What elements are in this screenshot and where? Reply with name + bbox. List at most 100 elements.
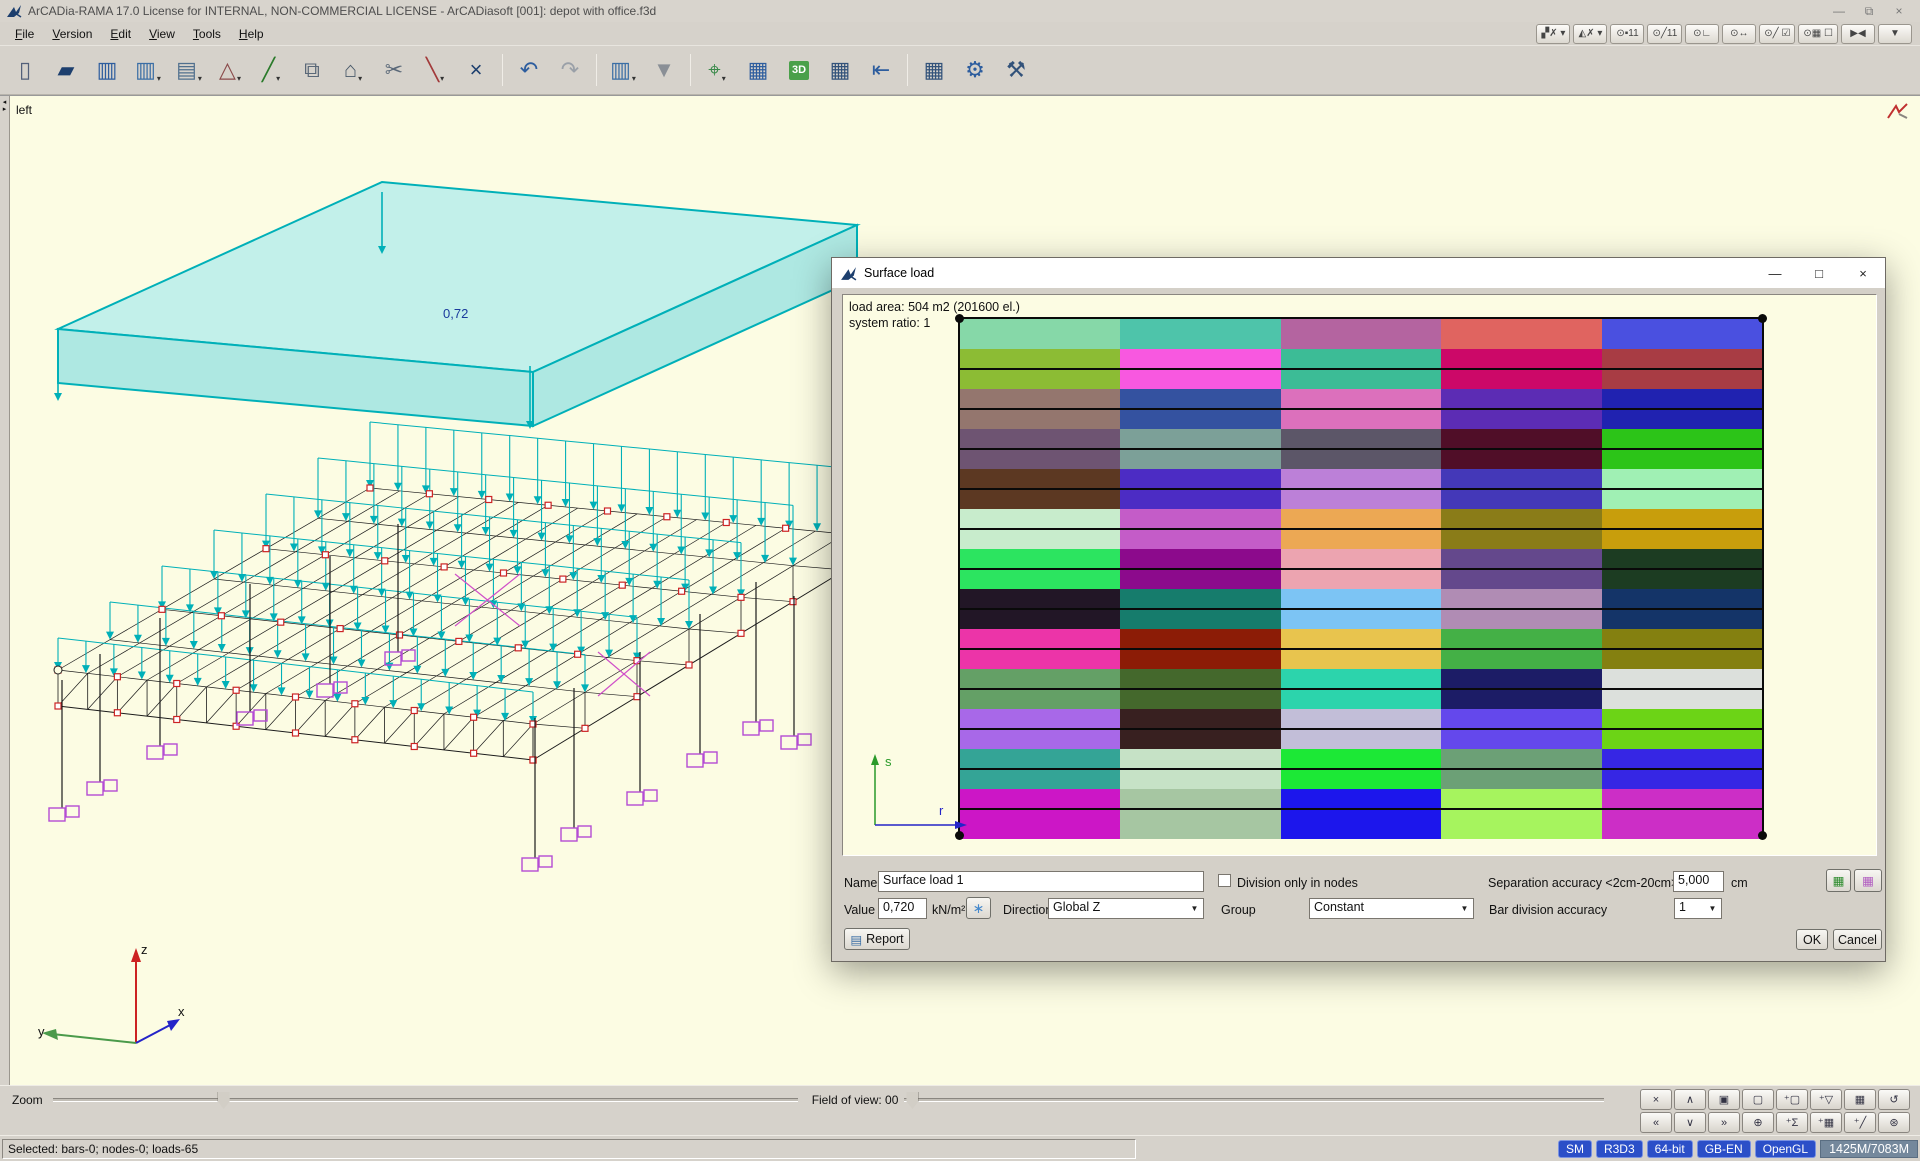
bar-division-dropdown[interactable]: 1 ▼ [1674,898,1722,919]
hide-bars-button[interactable]: ▞✗ ▾ [1536,24,1570,44]
menu-edit[interactable]: Edit [101,24,140,44]
status-badge-opengl[interactable]: OpenGL [1755,1140,1816,1158]
project-manager-button[interactable]: ▥▾ [129,50,167,90]
dialog-minimize-button[interactable]: — [1753,258,1797,288]
mesh-division-line [960,408,1762,410]
screen-capture-button[interactable]: ▢ [1742,1089,1774,1110]
view-3d-button[interactable]: 3D [780,50,818,90]
add-rect-selection-button[interactable]: ⁺▢ [1776,1089,1808,1110]
separation-accuracy-input[interactable]: 5,000 [1673,871,1724,892]
properties-table-icon: ▦ [748,59,769,81]
group-dropdown[interactable]: Constant ▼ [1309,898,1474,919]
dialog-titlebar[interactable]: Surface load — □ × [832,258,1885,288]
window-restore-button[interactable]: ⧉ [1854,4,1884,19]
status-badge-sm[interactable]: SM [1558,1140,1592,1158]
pan-up-button[interactable]: ∧ [1674,1089,1706,1110]
menu-help[interactable]: Help [230,24,273,44]
mesh-corner-handle[interactable] [1758,831,1767,840]
add-sum-selection-button[interactable]: ⁺Σ [1776,1112,1808,1133]
frame-generator-button[interactable]: △▾ [211,50,249,90]
grid-selection-button[interactable]: ▦ [1844,1089,1876,1110]
value-input[interactable]: 0,720 [878,898,927,919]
toolbar-separator [502,54,503,86]
divide-bar-button[interactable]: ╲▾ [416,50,454,90]
fov-slider-track[interactable] [904,1098,1604,1102]
direction-value: Global Z [1053,900,1100,914]
copy-button[interactable]: ⧉ [293,50,331,90]
delete-button[interactable]: × [457,50,495,90]
rotate-view-button[interactable]: ↺ [1878,1089,1910,1110]
x-axis-label: x [178,1004,185,1019]
new-document-button[interactable]: ▯ [6,50,44,90]
pan-down-button[interactable]: ∨ [1674,1112,1706,1133]
report-button[interactable]: ▤ Report [844,928,910,950]
section-display-button[interactable]: ▥▾ [604,50,642,90]
orbit-view-button[interactable]: ⊛ [1878,1112,1910,1133]
pan-right-button[interactable]: » [1708,1112,1740,1133]
load-preview-panel[interactable]: load area: 504 m2 (201600 el.) system ra… [842,294,1877,856]
lock-view-button[interactable]: ▣ [1708,1089,1740,1110]
status-badge-r3d3[interactable]: R3D3 [1596,1140,1643,1158]
menu-view[interactable]: View [140,24,184,44]
fov-slider-thumb[interactable] [906,1092,918,1109]
menu-tools[interactable]: Tools [184,24,230,44]
window-close-button[interactable]: × [1884,4,1914,19]
add-poly-selection-button[interactable]: ⁺▽ [1810,1089,1842,1110]
show-dimensions-button[interactable]: ⊙↔ [1722,24,1756,44]
tools-hammer-button[interactable]: ⚒ [997,50,1035,90]
redo-button[interactable]: ↷ [551,50,589,90]
collapse-panels-button[interactable]: ▶◀ [1841,24,1875,44]
filter-button[interactable]: ▼ [645,50,683,90]
add-grid-selection-button[interactable]: ⁺▦ [1810,1112,1842,1133]
viewport-splitter[interactable]: ◂▸ [0,96,10,1085]
mesh-division-line [960,608,1762,610]
dialog-close-button[interactable]: × [1841,258,1885,288]
division-only-in-nodes-checkbox[interactable] [1218,874,1231,887]
mesh-grid[interactable] [958,317,1764,837]
result-grid-button[interactable]: ▦ [821,50,859,90]
settings-wrench-button[interactable]: ⚙ [956,50,994,90]
clear-selection-button[interactable]: × [1640,1089,1672,1110]
cut-button[interactable]: ✂ [375,50,413,90]
mesh-view-button[interactable]: ▦ [1826,869,1851,892]
print-report-button[interactable]: ▤▾ [170,50,208,90]
more-options-button[interactable]: ▼ [1878,24,1912,44]
save-button[interactable]: ▥ [88,50,126,90]
name-input[interactable]: Surface load 1 [878,871,1204,892]
show-mesh-button[interactable]: ⊙▦ ☐ [1798,24,1838,44]
coordinate-system-button[interactable]: ⌖▾ [698,50,736,90]
bar-numbers-button[interactable]: ⊙╱11 [1647,24,1682,44]
dialog-maximize-button[interactable]: □ [1797,258,1841,288]
center-view-button[interactable]: ⊕ [1742,1112,1774,1133]
value-calculator-button[interactable]: ∗ [966,897,991,919]
status-badge-64-bit[interactable]: 64-bit [1647,1140,1693,1158]
calculation-table-button[interactable]: ▦ [915,50,953,90]
load-import-button[interactable]: ⇤ [862,50,900,90]
frame-generator-dropdown-icon: ▾ [237,75,241,89]
surface-load-dialog[interactable]: Surface load — □ × load area: 504 m2 (20… [831,257,1886,962]
cancel-button[interactable]: Cancel [1833,929,1882,950]
undo-button[interactable]: ↶ [510,50,548,90]
show-supports-button[interactable]: ⊙∟ [1685,24,1719,44]
show-loads-button[interactable]: ⊙╱ ☑ [1759,24,1795,44]
roof-generator-button[interactable]: ⌂▾ [334,50,372,90]
open-file-button[interactable]: ▰ [47,50,85,90]
hide-solids-button[interactable]: ◭✗ ▾ [1573,24,1607,44]
menu-version[interactable]: Version [43,24,101,44]
add-bar-button[interactable]: ╱▾ [252,50,290,90]
mesh-division-line [960,728,1762,730]
redo-icon: ↷ [561,59,579,81]
zoom-slider-track[interactable] [53,1098,798,1102]
direction-dropdown[interactable]: Global Z ▼ [1048,898,1204,919]
add-line-selection-button[interactable]: ⁺╱ [1844,1112,1876,1133]
node-numbers-button[interactable]: ⊙▪11 [1610,24,1644,44]
window-minimize-button[interactable]: — [1824,4,1854,19]
menu-file[interactable]: File [6,24,43,44]
pan-left-button[interactable]: « [1640,1112,1672,1133]
zoom-slider-thumb[interactable] [218,1092,230,1109]
ok-button[interactable]: OK [1796,929,1828,950]
render-view-button[interactable]: ▦ [1854,869,1882,892]
properties-table-button[interactable]: ▦ [739,50,777,90]
mesh-corner-handle[interactable] [1758,314,1767,323]
status-badge-gb-en[interactable]: GB-EN [1697,1140,1751,1158]
